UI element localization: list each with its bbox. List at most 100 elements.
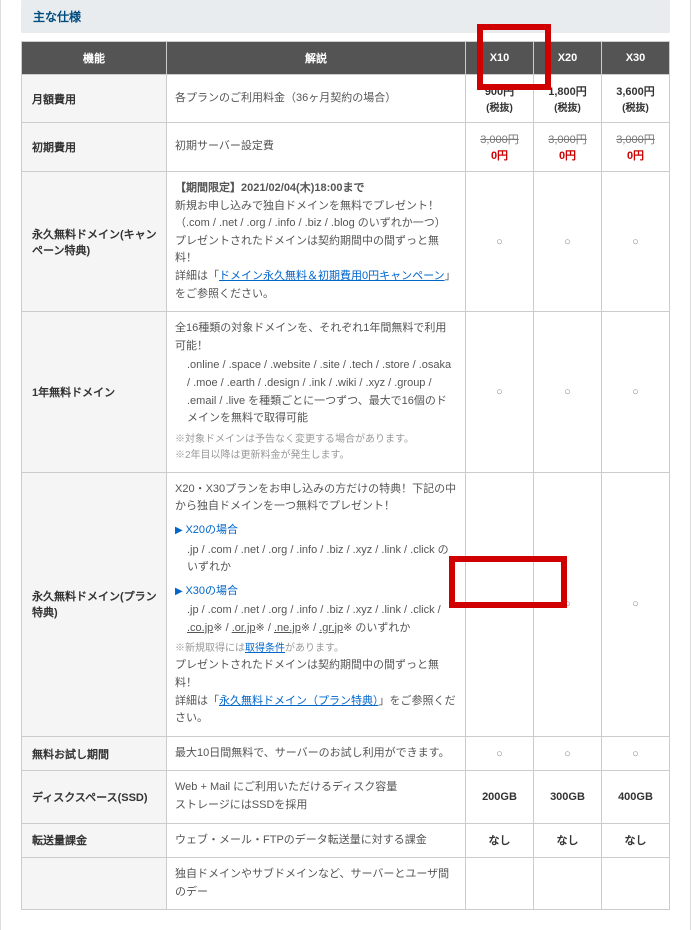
th-desc: 解説 (167, 42, 466, 75)
plan-intro: X20・X30プランをお申し込みの方だけの特典！下記の中から独自ドメインを一つ無… (175, 481, 457, 516)
row-trial: 無料お試し期間 最大10日間無料で、サーバーのお試し利用ができます。 ○ ○ ○ (22, 736, 670, 771)
disk-x30: 400GB (602, 771, 670, 823)
mark-campaign-x30: ○ (602, 172, 670, 312)
x30-tlds-a: .jp / .com / .net / .org / .info / .biz … (187, 604, 441, 616)
plan-line5a: 詳細は「 (175, 695, 219, 707)
row-disk: ディスクスペース(SSD) Web + Mail にご利用いただけるディスク容量… (22, 771, 670, 823)
cell-monthly-x20: 1,800円 (税抜) (534, 75, 602, 123)
cell-monthly-x30: 3,600円 (税抜) (602, 75, 670, 123)
price-x20: 1,800円 (542, 83, 593, 99)
partial-x10 (466, 858, 534, 910)
x30-orjp: .or.jp (232, 622, 256, 634)
disk-line1: Web + Mail にご利用いただけるディスク容量 (175, 779, 457, 797)
th-plan-x20: X20 (534, 42, 602, 75)
one-year-line1: 全16種類の対象ドメインを、それぞれ1年間無料で利用可能！ (175, 320, 457, 355)
desc-initial: 初期サーバー設定費 (167, 123, 466, 172)
label-partial (22, 858, 167, 910)
cell-monthly-x10: 900円 (税抜) (466, 75, 534, 123)
one-year-note1: 対象ドメインは予告なく変更する場合があります。 (175, 432, 457, 448)
partial-x30 (602, 858, 670, 910)
noteA-post: があります。 (285, 643, 344, 654)
row-initial: 初期費用 初期サーバー設定費 3,000円 0円 3,000円 0円 3,000… (22, 123, 670, 172)
campaign-tlds: （.com / .net / .org / .info / .biz / .bl… (175, 215, 457, 233)
tax-x30: (税抜) (610, 99, 661, 114)
x30-nejp: .ne.jp (274, 622, 301, 634)
mark-plan-x30: ○ (602, 472, 670, 736)
cell-initial-x10: 3,000円 0円 (466, 123, 534, 172)
price-x30: 3,600円 (610, 83, 661, 99)
row-free-domain-plan: 永久無料ドメイン(プラン特典) X20・X30プランをお申し込みの方だけの特典！… (22, 472, 670, 736)
label-initial: 初期費用 (22, 123, 167, 172)
campaign-line3a: 詳細は「 (175, 270, 219, 282)
mark-trial-x20: ○ (534, 736, 602, 771)
tax-x20: (税抜) (542, 99, 593, 114)
campaign-line2: プレゼントされたドメインは契約期間中の間ずっと無料！ (175, 233, 457, 268)
disk-x10: 200GB (466, 771, 534, 823)
noteA-pre: 新規取得には (185, 643, 245, 654)
disk-x20: 300GB (534, 771, 602, 823)
mark-trial-x10: ○ (466, 736, 534, 771)
desc-free-domain-plan: X20・X30プランをお申し込みの方だけの特典！下記の中から独自ドメインを一つ無… (167, 472, 466, 736)
label-disk: ディスクスペース(SSD) (22, 771, 167, 823)
transfer-x20: なし (534, 823, 602, 858)
x20-subhead: X20の場合 (175, 522, 457, 540)
row-free-domain-campaign: 永久無料ドメイン(キャンペーン特典) 【期間限定】2021/02/04(木)18… (22, 172, 670, 312)
orig-x30: 3,000円 (610, 131, 661, 147)
x30-sep2: ※ / (256, 622, 274, 634)
mark-campaign-x10: ○ (466, 172, 534, 312)
mark-one-year-x10: ○ (466, 312, 534, 473)
one-year-note2: 2年目以降は更新料金が発生します。 (175, 448, 457, 464)
label-trial: 無料お試し期間 (22, 736, 167, 771)
desc-monthly: 各プランのご利用料金（36ヶ月契約の場合） (167, 75, 466, 123)
x30-cojp: .co.jp (187, 622, 213, 634)
x30-tlds-b: ※ のいずれか (343, 622, 410, 634)
now-x30: 0円 (610, 147, 661, 163)
row-partial: 独自ドメインやサブドメインなど、サーバーとユーザ間のデー (22, 858, 670, 910)
campaign-line1: 新規お申し込みで独自ドメインを無料でプレゼント！ (175, 198, 457, 216)
mark-one-year-x20: ○ (534, 312, 602, 473)
row-one-year-domain: 1年無料ドメイン 全16種類の対象ドメインを、それぞれ1年間無料で利用可能！ .… (22, 312, 670, 473)
label-monthly: 月額費用 (22, 75, 167, 123)
mark-trial-x30: ○ (602, 736, 670, 771)
partial-x20 (534, 858, 602, 910)
cell-initial-x30: 3,000円 0円 (602, 123, 670, 172)
price-x10: 900円 (474, 83, 525, 99)
one-year-tlds: .online / .space / .website / .site / .t… (187, 357, 457, 427)
label-transfer: 転送量課金 (22, 823, 167, 858)
label-one-year: 1年無料ドメイン (22, 312, 167, 473)
x20-tlds: .jp / .com / .net / .org / .info / .biz … (187, 542, 457, 577)
th-plan-x30: X30 (602, 42, 670, 75)
tax-x10: (税抜) (474, 99, 525, 114)
limited-text: 【期間限定】2021/02/04(木)18:00まで (175, 182, 365, 194)
desc-one-year: 全16種類の対象ドメインを、それぞれ1年間無料で利用可能！ .online / … (167, 312, 466, 473)
now-x10: 0円 (474, 147, 525, 163)
campaign-link[interactable]: ドメイン永久無料＆初期費用0円キャンペーン (219, 270, 445, 282)
x30-grjp: .gr.jp (319, 622, 343, 634)
mark-one-year-x30: ○ (602, 312, 670, 473)
desc-trial: 最大10日間無料で、サーバーのお試し利用ができます。 (167, 736, 466, 771)
plan-link[interactable]: 永久無料ドメイン（プラン特典） (219, 695, 379, 707)
desc-transfer: ウェブ・メール・FTPのデータ転送量に対する課金 (167, 823, 466, 858)
row-monthly: 月額費用 各プランのご利用料金（36ヶ月契約の場合） 900円 (税抜) 1,8… (22, 75, 670, 123)
orig-x10: 3,000円 (474, 131, 525, 147)
noteA-link[interactable]: 取得条件 (245, 643, 285, 654)
transfer-x10: なし (466, 823, 534, 858)
x30-sep1: ※ / (213, 622, 231, 634)
mark-plan-x20: ○ (534, 472, 602, 736)
x30-tlds: .jp / .com / .net / .org / .info / .biz … (187, 602, 457, 637)
cell-initial-x20: 3,000円 0円 (534, 123, 602, 172)
section-title: 主な仕様 (21, 0, 670, 33)
desc-partial: 独自ドメインやサブドメインなど、サーバーとユーザ間のデー (167, 858, 466, 910)
th-feature: 機能 (22, 42, 167, 75)
plan-line4: プレゼントされたドメインは契約期間中の間ずっと無料！ (175, 657, 457, 692)
orig-x20: 3,000円 (542, 131, 593, 147)
spec-table: 機能 解説 X10 X20 X30 月額費用 各プランのご利用料金（36ヶ月契約… (21, 41, 670, 910)
now-x20: 0円 (542, 147, 593, 163)
transfer-x30: なし (602, 823, 670, 858)
disk-line2: ストレージにはSSDを採用 (175, 797, 457, 815)
label-free-domain-campaign: 永久無料ドメイン(キャンペーン特典) (22, 172, 167, 312)
x30-sep3: ※ / (301, 622, 319, 634)
row-transfer: 転送量課金 ウェブ・メール・FTPのデータ転送量に対する課金 なし なし なし (22, 823, 670, 858)
x30-subhead: X30の場合 (175, 583, 457, 601)
mark-plan-x10: - (466, 472, 534, 736)
